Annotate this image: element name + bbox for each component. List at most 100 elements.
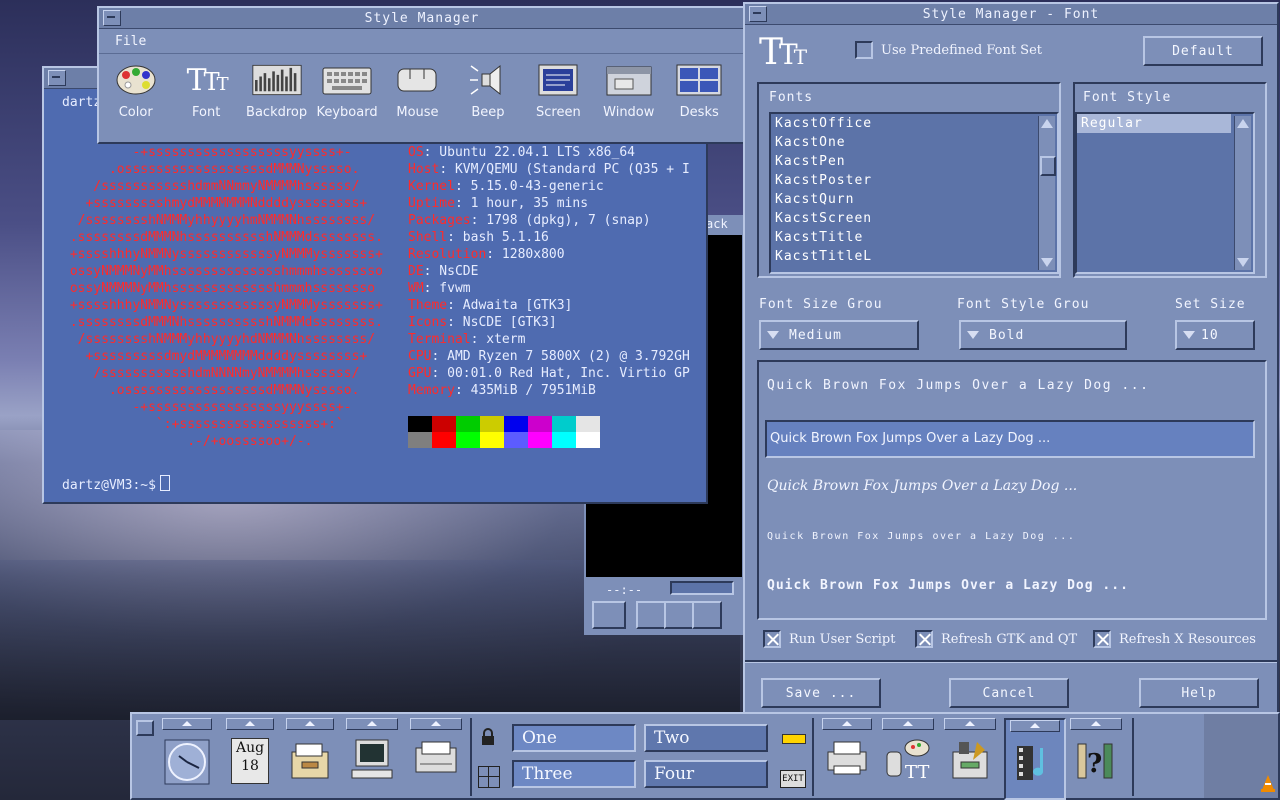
- vlc-cone-icon[interactable]: [1260, 774, 1276, 792]
- scroll-down-icon[interactable]: [1041, 258, 1053, 267]
- subpanel-arrow-icon[interactable]: [286, 718, 334, 730]
- style-scrollbar[interactable]: [1234, 116, 1251, 270]
- workspace-two[interactable]: Two: [644, 724, 768, 752]
- refresh-x-option[interactable]: Refresh X Resources: [1093, 630, 1256, 648]
- cancel-button[interactable]: Cancel: [949, 678, 1069, 708]
- panel-handle-left[interactable]: [134, 718, 156, 796]
- tool-screen[interactable]: Screen: [528, 58, 589, 120]
- help-button[interactable]: Help: [1139, 678, 1259, 708]
- use-predefined-checkbox[interactable]: [855, 41, 873, 59]
- workspace-four[interactable]: Four: [644, 760, 768, 788]
- subpanel-arrow-icon[interactable]: [226, 718, 274, 730]
- workspace-three[interactable]: Three: [512, 760, 636, 788]
- font-style-list[interactable]: Regular: [1075, 112, 1255, 274]
- font-list-item[interactable]: KacstTitleL: [771, 247, 1057, 266]
- info-row: Resolution: 1280x800: [408, 246, 690, 263]
- help-books-icon[interactable]: ?: [1074, 738, 1118, 786]
- calendar-icon[interactable]: Aug 18: [231, 738, 269, 784]
- font-style-item[interactable]: Regular: [1077, 114, 1231, 133]
- printer-tray-slot[interactable]: [406, 718, 466, 796]
- set-size-menu[interactable]: 10: [1175, 320, 1255, 350]
- window-menu-button[interactable]: [48, 70, 66, 86]
- subpanel-arrow-icon[interactable]: [162, 718, 212, 730]
- font-list-item[interactable]: KacstOffice: [771, 114, 1057, 133]
- help-slot[interactable]: ?: [1066, 718, 1126, 796]
- font-list-item[interactable]: KacstScreen: [771, 209, 1057, 228]
- panel-right-area: [1204, 714, 1278, 798]
- use-predefined-font-set[interactable]: Use Predefined Font Set: [855, 41, 1042, 59]
- save-button[interactable]: Save ...: [761, 678, 881, 708]
- preview-input-field[interactable]: Quick Brown Fox Jumps Over a Lazy Dog ..…: [765, 420, 1255, 458]
- tool-desks[interactable]: Desks: [669, 58, 730, 120]
- fonts-scrollbar[interactable]: [1038, 116, 1056, 270]
- scroll-up-icon[interactable]: [1041, 119, 1053, 128]
- font-list-item[interactable]: KacstOne: [771, 133, 1057, 152]
- style-manager-slot[interactable]: TT: [878, 718, 938, 796]
- font-dialog[interactable]: Style Manager - Font TTT Use Predefined …: [743, 2, 1279, 718]
- refresh-gtk-qt-checkbox[interactable]: [915, 630, 933, 648]
- font-dialog-titlebar[interactable]: Style Manager - Font: [745, 4, 1277, 25]
- tool-mouse[interactable]: Mouse: [387, 58, 448, 120]
- font-list-item[interactable]: KacstPen: [771, 152, 1057, 171]
- subpanel-arrow-icon[interactable]: [410, 718, 462, 730]
- workspace-grid-icon[interactable]: [478, 766, 500, 788]
- clock-button-4[interactable]: [692, 601, 722, 629]
- printer-slot[interactable]: [818, 718, 876, 796]
- tool-keyboard[interactable]: Keyboard: [316, 58, 378, 120]
- computer-icon[interactable]: [348, 738, 396, 786]
- font-style-group-menu[interactable]: Bold: [959, 320, 1127, 350]
- media-player-icon[interactable]: [1013, 740, 1057, 788]
- file-drawer-icon[interactable]: [288, 738, 332, 786]
- terminal-output[interactable]: dartz -+ssssssssssssssssssyyssss+- .osss…: [62, 90, 702, 498]
- lock-icon[interactable]: [480, 728, 496, 750]
- clock-icon[interactable]: [163, 738, 211, 790]
- info-value: : 435MiB / 7951MiB: [454, 383, 596, 398]
- tool-backdrop[interactable]: Backdrop: [246, 58, 307, 120]
- workspace-one[interactable]: One: [512, 724, 636, 752]
- font-list-item[interactable]: KacstTitle: [771, 228, 1057, 247]
- font-list-item[interactable]: KacstPoster: [771, 171, 1057, 190]
- clock-button-1[interactable]: [592, 601, 626, 629]
- fonts-list[interactable]: KacstOffice KacstOne KacstPen KacstPoster Ka…: [769, 112, 1059, 274]
- calendar-slot[interactable]: Aug 18: [222, 718, 278, 796]
- panel-menu-button[interactable]: [136, 720, 154, 736]
- scroll-up-icon[interactable]: [1237, 119, 1249, 128]
- app-manager-icon[interactable]: [947, 738, 993, 786]
- clock-button-3[interactable]: [664, 601, 694, 629]
- subpanel-arrow-icon[interactable]: [944, 718, 996, 730]
- style-manager-titlebar[interactable]: Style Manager: [99, 8, 745, 29]
- clock-slider[interactable]: [670, 581, 734, 595]
- run-user-script-checkbox[interactable]: [763, 630, 781, 648]
- tool-window[interactable]: Window: [598, 58, 659, 120]
- shell-prompt[interactable]: dartz@VM3:~$: [62, 475, 170, 494]
- file-manager-slot[interactable]: [282, 718, 338, 796]
- refresh-gtk-qt-option[interactable]: Refresh GTK and QT: [915, 630, 1077, 648]
- busy-light-icon: [782, 734, 806, 744]
- style-manager-icon[interactable]: TT: [883, 738, 933, 786]
- exit-button[interactable]: EXIT: [780, 770, 806, 788]
- clock-button-2[interactable]: [636, 601, 666, 629]
- subpanel-arrow-icon[interactable]: [822, 718, 872, 730]
- style-manager-window[interactable]: Style Manager File Color TTT Font Backdr…: [97, 6, 747, 144]
- scroll-thumb[interactable]: [1040, 156, 1056, 176]
- run-user-script-option[interactable]: Run User Script: [763, 630, 895, 648]
- subpanel-arrow-icon[interactable]: [1010, 720, 1060, 732]
- menu-file[interactable]: File: [115, 34, 146, 49]
- media-slot[interactable]: [1004, 718, 1066, 800]
- mail-tray-icon[interactable]: [412, 738, 460, 782]
- subpanel-arrow-icon[interactable]: [346, 718, 398, 730]
- refresh-x-checkbox[interactable]: [1093, 630, 1111, 648]
- subpanel-arrow-icon[interactable]: [1070, 718, 1122, 730]
- tool-beep[interactable]: Beep: [457, 58, 518, 120]
- default-button[interactable]: Default: [1143, 36, 1263, 66]
- printer-icon[interactable]: [824, 738, 870, 782]
- computer-slot[interactable]: [342, 718, 402, 796]
- subpanel-arrow-icon[interactable]: [882, 718, 934, 730]
- scroll-down-icon[interactable]: [1237, 258, 1249, 267]
- app-manager-slot[interactable]: [940, 718, 1000, 796]
- clock-slot[interactable]: [158, 718, 216, 796]
- tool-font[interactable]: TTT Font: [175, 58, 236, 121]
- tool-color[interactable]: Color: [105, 58, 166, 120]
- font-list-item[interactable]: KacstQurn: [771, 190, 1057, 209]
- font-size-group-menu[interactable]: Medium: [759, 320, 919, 350]
